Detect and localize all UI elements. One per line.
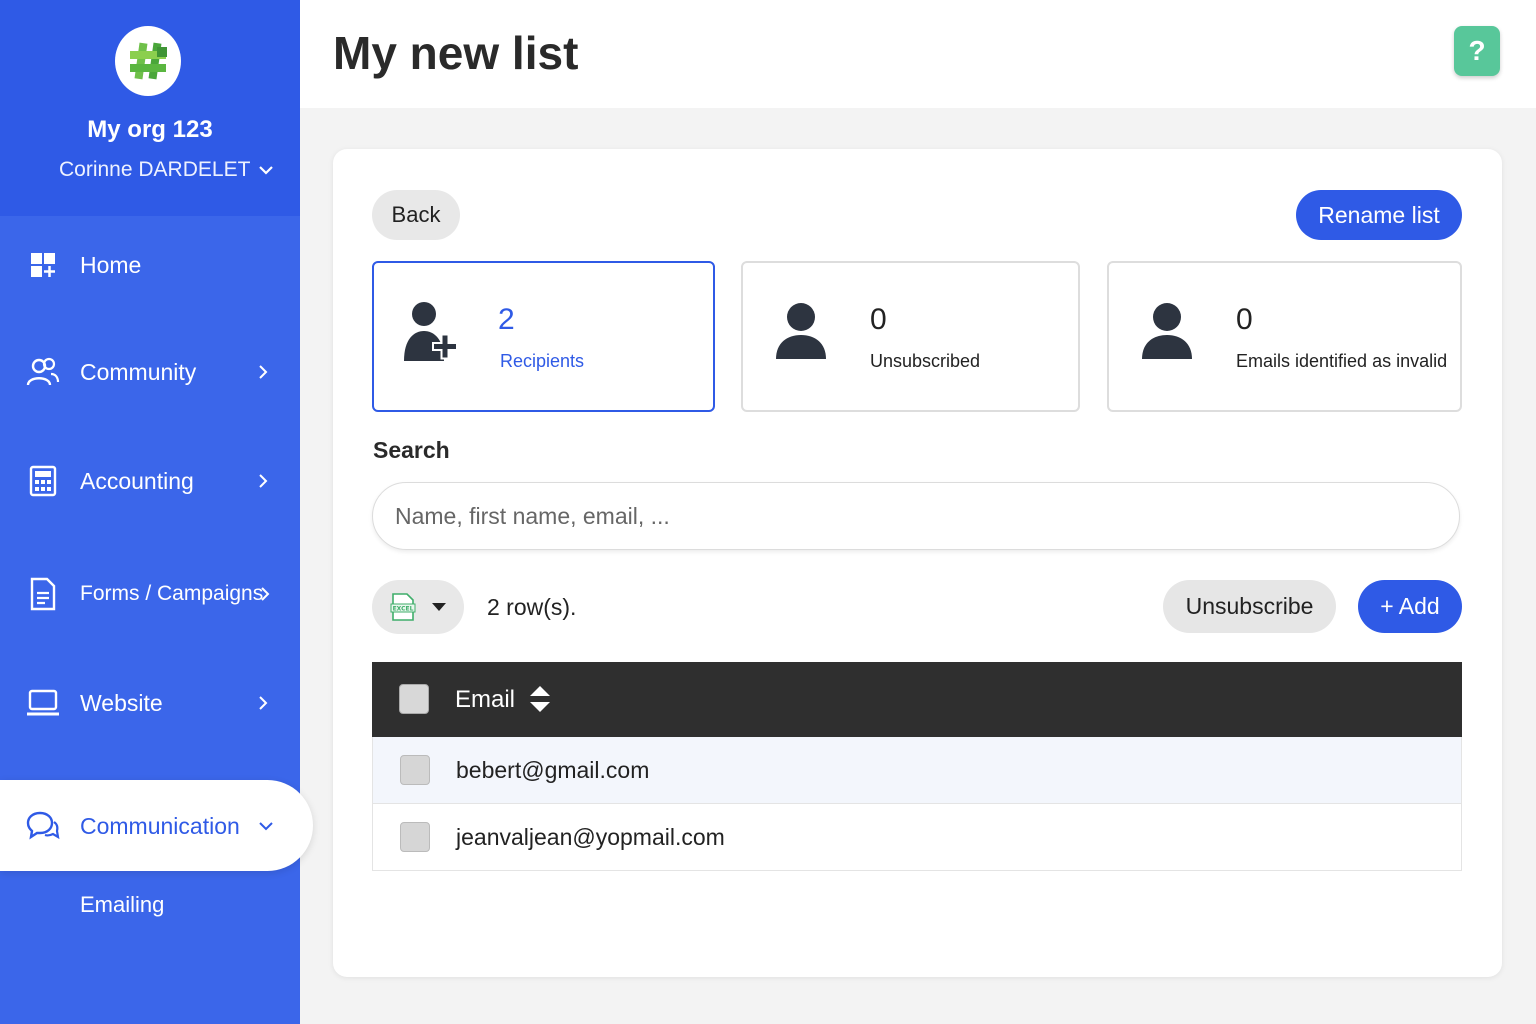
column-header-email[interactable]: Email	[455, 686, 515, 714]
chevron-down-icon	[259, 822, 273, 831]
org-name: My org 123	[87, 116, 213, 143]
back-button[interactable]: Back	[372, 190, 460, 240]
chevron-right-icon	[261, 587, 270, 601]
export-dropdown-button[interactable]: EXCEL	[372, 580, 464, 634]
sidebar-item-label: Website	[80, 689, 163, 716]
calculator-icon	[26, 464, 60, 498]
stat-recipients[interactable]: 2 Recipients	[372, 261, 715, 412]
document-icon	[26, 577, 60, 611]
org-header: My org 123 Corinne DARDELET	[0, 0, 300, 216]
excel-icon: EXCEL	[390, 593, 416, 621]
row-count: 2 row(s).	[487, 594, 577, 620]
stat-label: Recipients	[500, 351, 585, 371]
chevron-down-icon[interactable]	[256, 160, 276, 180]
sidebar-subitem-emailing[interactable]: Emailing	[80, 892, 164, 918]
row-checkbox[interactable]	[400, 755, 430, 785]
row-email: bebert@gmail.com	[456, 757, 650, 783]
stat-label: Unsubscribed	[870, 351, 981, 371]
sidebar-item-communication[interactable]: Communication	[0, 780, 313, 871]
sidebar-item-label: Accounting	[80, 467, 194, 494]
laptop-icon	[26, 686, 60, 720]
hashtag-logo-icon	[130, 42, 167, 80]
dashboard-icon	[26, 248, 60, 282]
help-button[interactable]: ?	[1454, 26, 1500, 76]
sidebar-item-home[interactable]: Home	[0, 235, 300, 295]
user-icon	[1142, 303, 1192, 359]
sidebar-item-label: Home	[80, 251, 142, 278]
table-row: jeanvaljean@yopmail.com	[372, 804, 1462, 871]
excel-icon-label: EXCEL	[393, 606, 414, 613]
chevron-right-icon	[259, 474, 268, 488]
stat-value: 0	[1236, 303, 1253, 336]
sidebar-item-communication-row: Communication	[0, 796, 300, 856]
sidebar-item-accounting[interactable]: Accounting	[0, 451, 300, 511]
sidebar: My org 123 Corinne DARDELET Home Communi…	[0, 0, 313, 1024]
add-button[interactable]: + Add	[1358, 580, 1462, 633]
table-row: bebert@gmail.com	[372, 737, 1462, 804]
sidebar-item-forms-campaigns[interactable]: Forms / Campaigns	[0, 564, 300, 624]
rename-list-button[interactable]: Rename list	[1296, 190, 1462, 240]
sidebar-item-website[interactable]: Website	[0, 673, 300, 733]
chevron-right-icon	[259, 696, 268, 710]
unsubscribe-button[interactable]: Unsubscribe	[1163, 580, 1336, 633]
page-title: My new list	[333, 27, 579, 79]
search-label: Search	[373, 437, 450, 463]
row-email: jeanvaljean@yopmail.com	[456, 824, 725, 850]
table-header: Email	[372, 662, 1462, 737]
stat-value: 2	[498, 303, 515, 336]
user-icon	[776, 303, 826, 359]
add-user-icon	[404, 302, 458, 361]
chat-bubbles-icon	[26, 809, 60, 843]
stat-invalid-emails[interactable]: 0 Emails identified as invalid	[1107, 261, 1462, 412]
stat-unsubscribed[interactable]: 0 Unsubscribed	[741, 261, 1080, 412]
stat-label: Emails identified as invalid	[1236, 351, 1448, 371]
stat-value: 0	[870, 303, 887, 336]
row-checkbox[interactable]	[400, 822, 430, 852]
sidebar-item-label: Communication	[80, 812, 240, 839]
caret-down-icon	[432, 603, 446, 611]
user-name[interactable]: Corinne DARDELET	[59, 158, 250, 182]
sidebar-item-community[interactable]: Community	[0, 342, 300, 402]
search-input[interactable]	[372, 482, 1460, 550]
recipients-table: Email bebert@gmail.com jeanvaljean@yopma…	[372, 662, 1462, 871]
org-logo	[115, 26, 181, 96]
users-icon	[26, 355, 60, 389]
sort-icon[interactable]	[528, 684, 552, 714]
sidebar-item-label: Community	[80, 358, 197, 385]
chevron-right-icon	[259, 365, 268, 379]
help-icon: ?	[1468, 35, 1486, 66]
select-all-checkbox[interactable]	[399, 684, 429, 714]
sidebar-item-label: Forms / Campaigns	[80, 582, 264, 605]
